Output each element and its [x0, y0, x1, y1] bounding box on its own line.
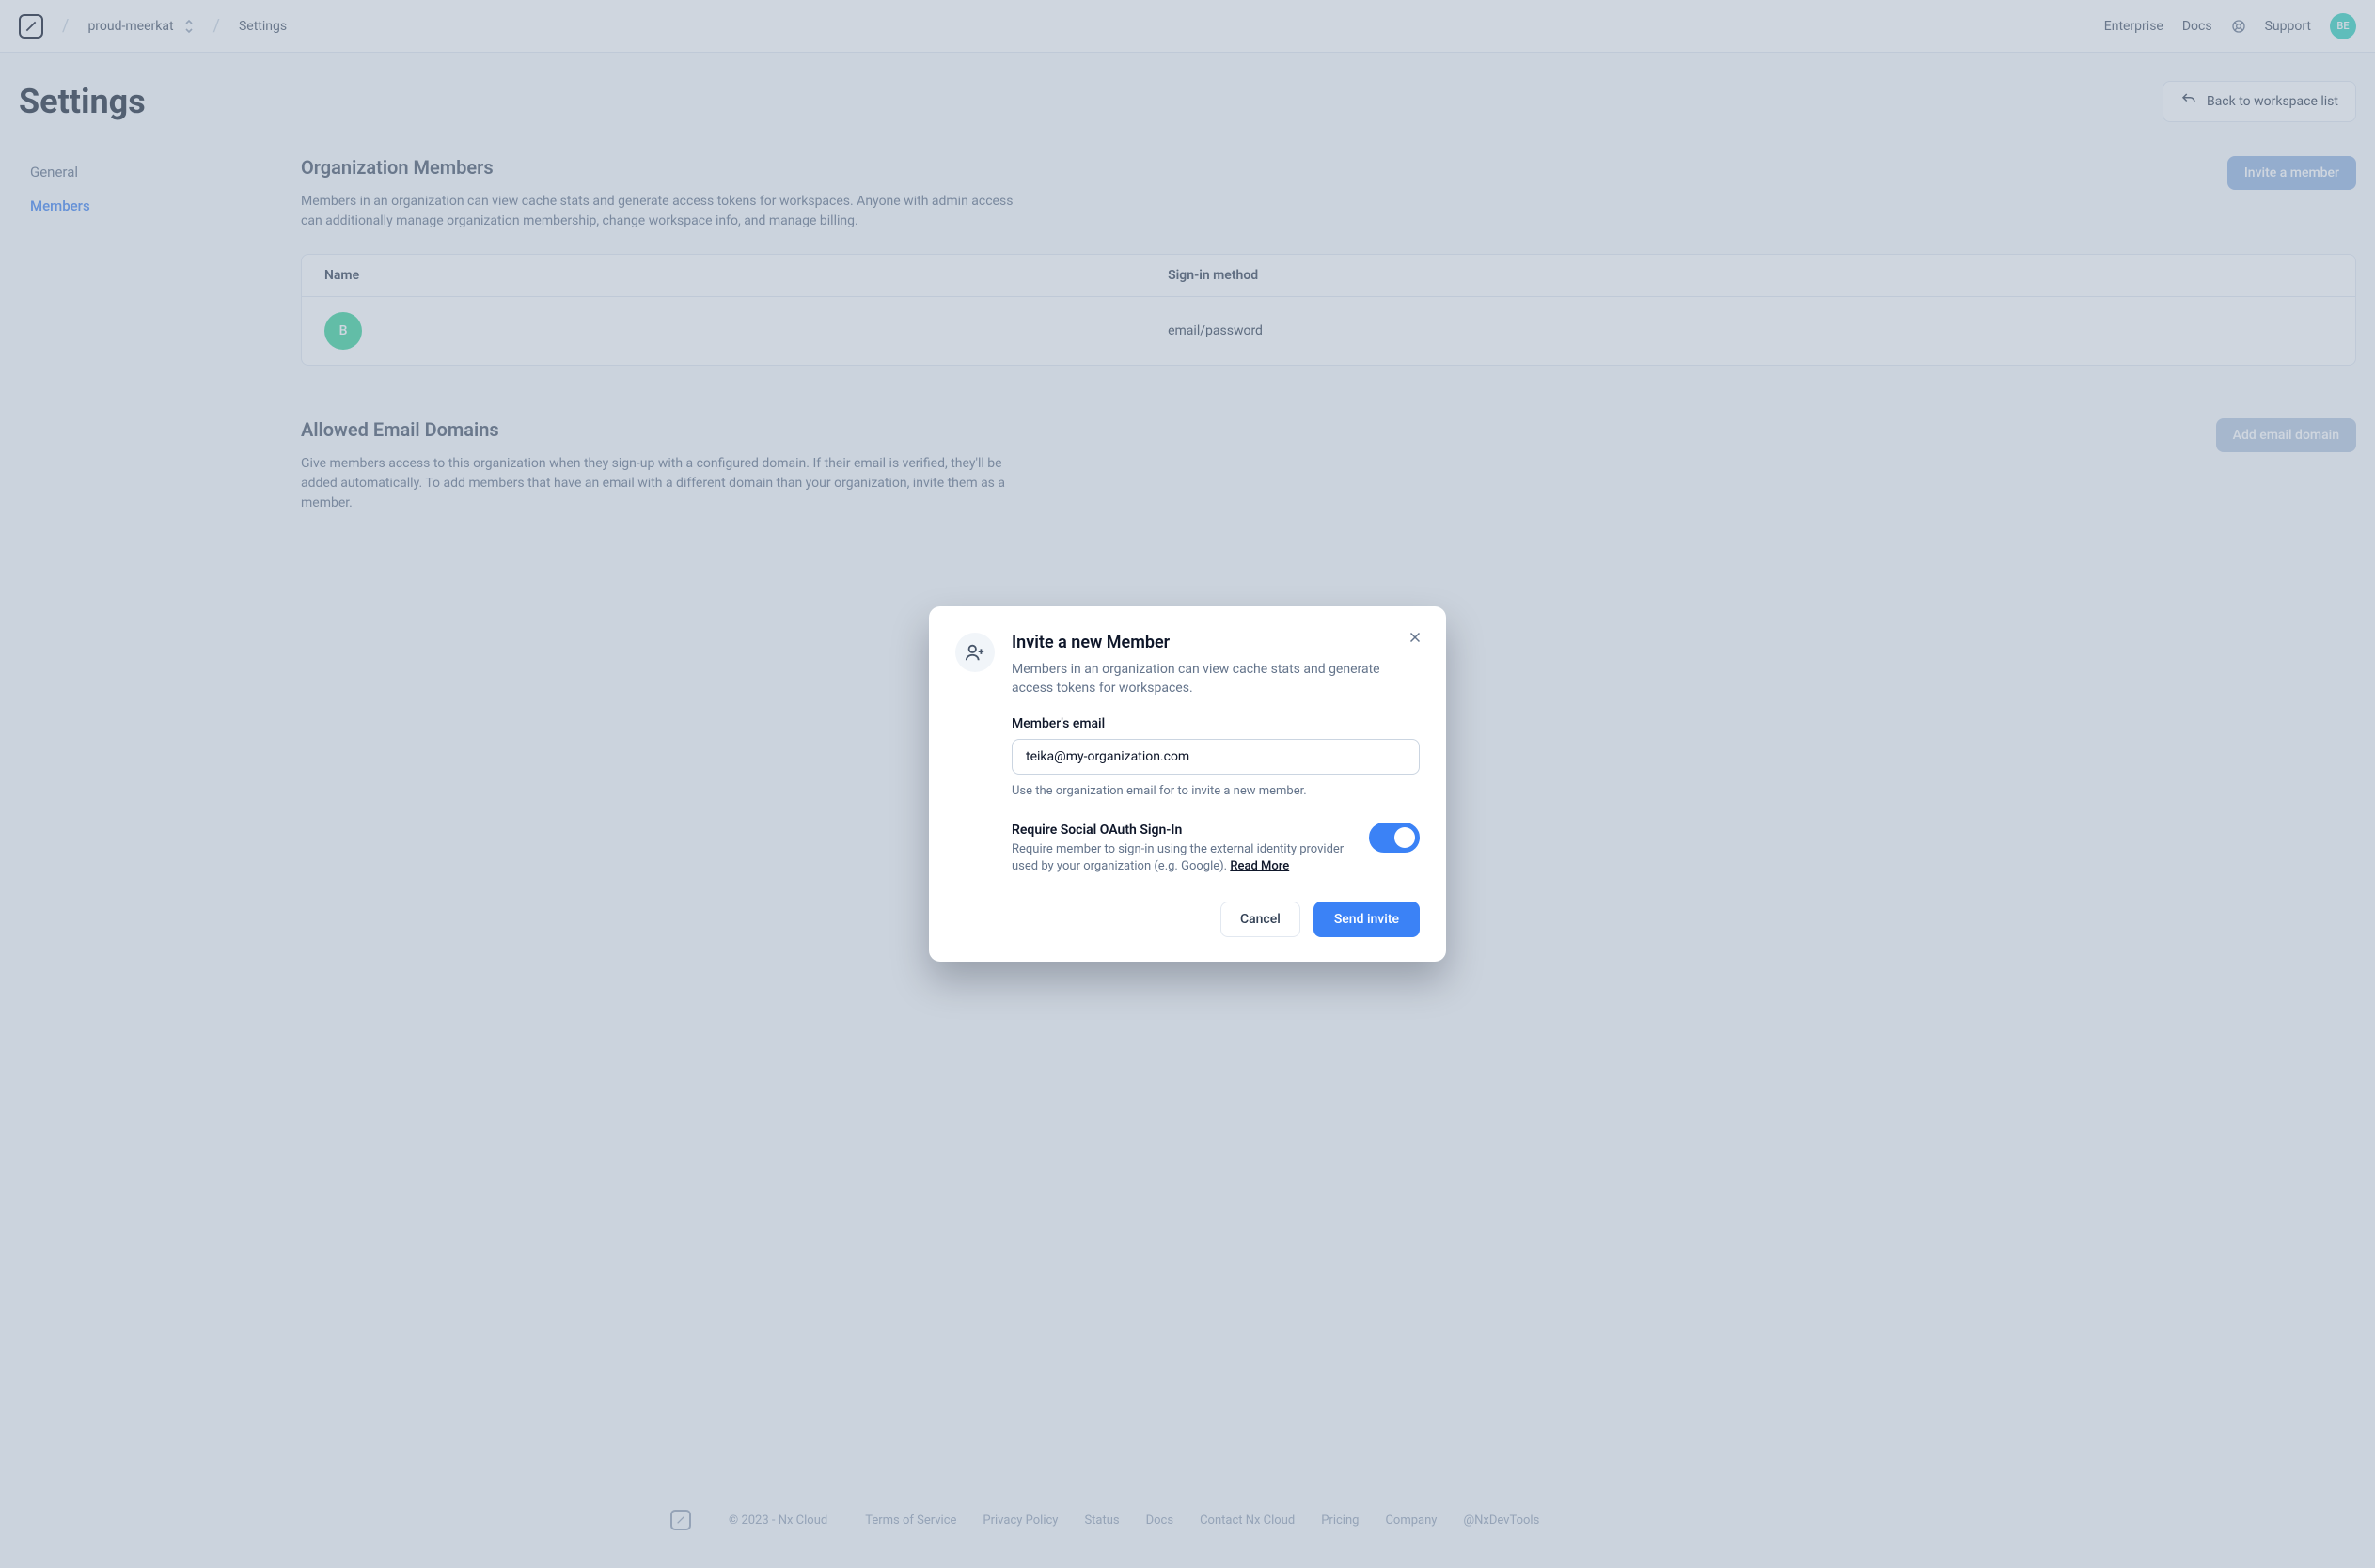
modal-title: Invite a new Member: [1012, 633, 1420, 652]
modal-subtitle: Members in an organization can view cach…: [1012, 660, 1420, 698]
cancel-button[interactable]: Cancel: [1220, 902, 1300, 937]
oauth-desc: Require member to sign-in using the exte…: [1012, 841, 1350, 875]
oauth-title: Require Social OAuth Sign-In: [1012, 823, 1350, 838]
email-hint: Use the organization email for to invite…: [1012, 784, 1420, 798]
modal-wrap: Invite a new Member Members in an organi…: [0, 0, 2375, 1568]
oauth-toggle[interactable]: [1369, 823, 1420, 853]
modal-actions: Cancel Send invite: [955, 902, 1420, 937]
oauth-desc-text: Require member to sign-in using the exte…: [1012, 842, 1344, 873]
email-label: Member's email: [1012, 716, 1420, 731]
read-more-link[interactable]: Read More: [1230, 859, 1289, 873]
oauth-block: Require Social OAuth Sign-In Require mem…: [1012, 823, 1420, 875]
email-group: Member's email Use the organization emai…: [1012, 716, 1420, 798]
toggle-knob: [1394, 827, 1415, 848]
email-field[interactable]: [1012, 739, 1420, 775]
send-invite-button[interactable]: Send invite: [1313, 902, 1420, 937]
invite-modal: Invite a new Member Members in an organi…: [929, 606, 1446, 963]
user-plus-icon: [955, 633, 995, 672]
